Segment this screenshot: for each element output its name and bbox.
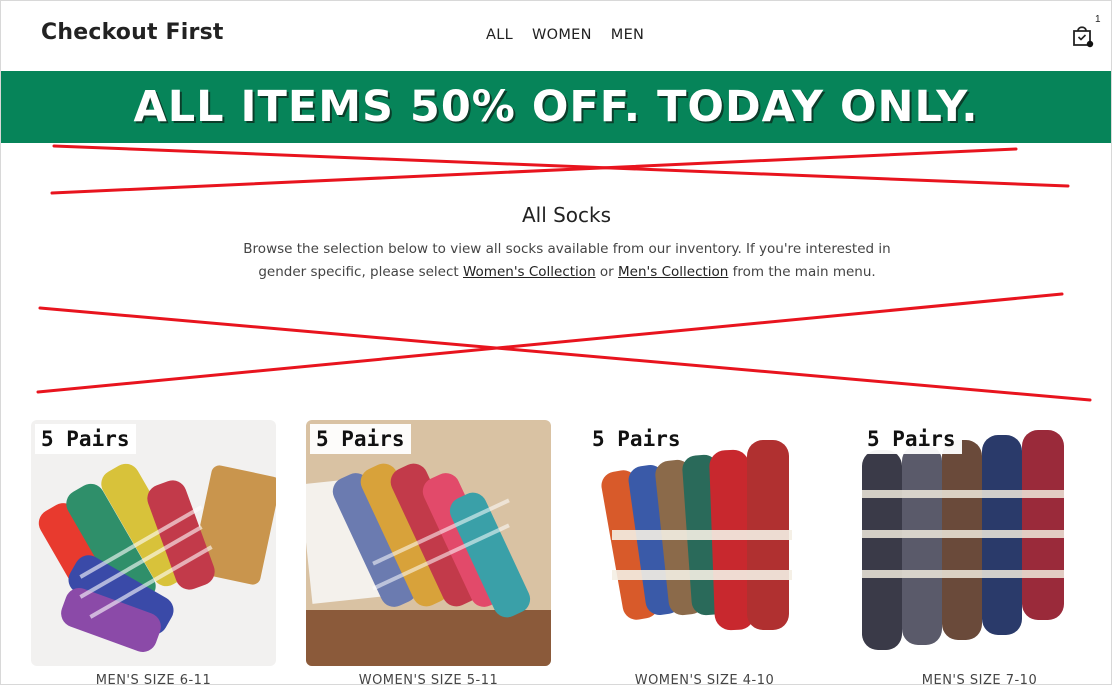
product-card[interactable]: 5 Pairs — [582, 420, 827, 666]
womens-collection-link[interactable]: Women's Collection — [463, 264, 596, 280]
product-caption[interactable]: WOMEN'S SIZE 5-11 — [306, 673, 551, 685]
promo-banner-text: ALL ITEMS 50% OFF. TODAY ONLY. — [133, 82, 979, 132]
brand-logo[interactable]: Checkout First — [41, 20, 224, 45]
pack-badge: 5 Pairs — [35, 424, 136, 454]
main-nav: ALL WOMEN MEN — [486, 27, 644, 43]
site-header: Checkout First ALL WOMEN MEN 1 — [0, 0, 1112, 71]
pack-badge: 5 Pairs — [861, 424, 962, 454]
product-card[interactable]: 5 Pairs — [306, 420, 551, 666]
nav-women[interactable]: WOMEN — [532, 27, 592, 43]
mens-collection-link[interactable]: Men's Collection — [618, 264, 728, 280]
pack-badge: 5 Pairs — [310, 424, 411, 454]
nav-all[interactable]: ALL — [486, 27, 513, 43]
nav-men[interactable]: MEN — [611, 27, 644, 43]
cart-count: 1 — [1095, 14, 1101, 25]
product-image — [306, 420, 551, 666]
product-card[interactable]: 5 Pairs — [857, 420, 1102, 666]
shopping-bag-icon[interactable] — [1072, 24, 1094, 48]
product-caption[interactable]: WOMEN'S SIZE 4-10 — [582, 673, 827, 685]
promo-banner: ALL ITEMS 50% OFF. TODAY ONLY. — [1, 71, 1111, 143]
desc-text: from the main menu. — [728, 264, 876, 280]
product-image — [31, 420, 276, 666]
pack-badge: 5 Pairs — [586, 424, 687, 454]
product-card[interactable]: 5 Pairs — [31, 420, 276, 666]
product-caption[interactable]: MEN'S SIZE 6-11 — [31, 673, 276, 685]
page-title: All Socks — [521, 203, 612, 227]
product-image — [857, 420, 1102, 666]
product-image — [582, 420, 827, 666]
desc-text: or — [595, 264, 619, 280]
page-description: Browse the selection below to view all s… — [220, 238, 914, 284]
product-caption[interactable]: MEN'S SIZE 7-10 — [857, 673, 1102, 685]
